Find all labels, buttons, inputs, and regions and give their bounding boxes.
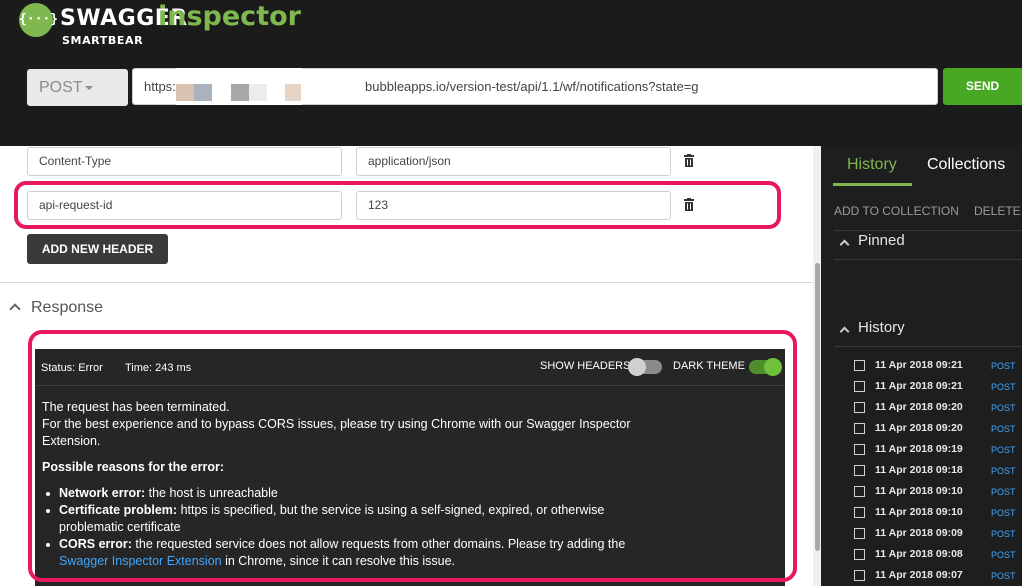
- history-item-method: POST: [991, 466, 1016, 476]
- scrollbar-thumb[interactable]: [815, 263, 820, 551]
- annotation-highlight: [28, 330, 797, 582]
- delete-button[interactable]: DELETE: [974, 204, 1021, 218]
- brand-company: SMARTBEAR: [62, 34, 144, 47]
- redaction-block: [231, 84, 249, 101]
- redaction-block: [249, 84, 267, 101]
- history-item-date: 11 Apr 2018 09:07: [875, 569, 963, 581]
- divider: [0, 282, 813, 283]
- history-item-method: POST: [991, 424, 1016, 434]
- history-item-method: POST: [991, 403, 1016, 413]
- history-item-checkbox[interactable]: [854, 528, 865, 539]
- history-item[interactable]: 11 Apr 2018 09:19 POST: [834, 440, 1022, 461]
- history-item-checkbox[interactable]: [854, 381, 865, 392]
- divider: [834, 230, 1022, 231]
- history-item-date: 11 Apr 2018 09:20: [875, 422, 963, 434]
- history-item-date: 11 Apr 2018 09:18: [875, 464, 963, 476]
- history-item-date: 11 Apr 2018 09:10: [875, 506, 963, 518]
- history-item[interactable]: 11 Apr 2018 09:07 POST: [834, 566, 1022, 586]
- history-item-method: POST: [991, 487, 1016, 497]
- history-item-method: POST: [991, 445, 1016, 455]
- tab-collections[interactable]: Collections: [927, 156, 1005, 174]
- history-item-method: POST: [991, 508, 1016, 518]
- history-item-date: 11 Apr 2018 09:21: [875, 359, 963, 371]
- history-item-method: POST: [991, 361, 1016, 371]
- redaction-block: [176, 84, 194, 101]
- history-item[interactable]: 11 Apr 2018 09:21 POST: [834, 377, 1022, 398]
- history-item-checkbox[interactable]: [854, 444, 865, 455]
- redaction-block: [285, 84, 301, 101]
- swagger-logo-icon: {···}: [19, 3, 59, 37]
- add-new-header-button[interactable]: ADD NEW HEADER: [27, 234, 168, 264]
- pinned-section-title[interactable]: Pinned: [858, 232, 905, 249]
- history-item-checkbox[interactable]: [854, 549, 865, 560]
- history-item-checkbox[interactable]: [854, 570, 865, 581]
- redaction-block: [194, 84, 212, 101]
- history-item[interactable]: 11 Apr 2018 09:10 POST: [834, 482, 1022, 503]
- history-item-checkbox[interactable]: [854, 465, 865, 476]
- history-item-checkbox[interactable]: [854, 486, 865, 497]
- history-item[interactable]: 11 Apr 2018 09:20 POST: [834, 398, 1022, 419]
- tab-history[interactable]: History: [847, 156, 897, 174]
- header-key-input[interactable]: Content-Type: [27, 147, 342, 176]
- history-item[interactable]: 11 Apr 2018 09:18 POST: [834, 461, 1022, 482]
- history-item[interactable]: 11 Apr 2018 09:09 POST: [834, 524, 1022, 545]
- history-item-method: POST: [991, 382, 1016, 392]
- trash-icon[interactable]: [683, 154, 695, 168]
- history-item[interactable]: 11 Apr 2018 09:08 POST: [834, 545, 1022, 566]
- active-tab-indicator: [833, 183, 912, 186]
- history-item-checkbox[interactable]: [854, 507, 865, 518]
- history-item-date: 11 Apr 2018 09:08: [875, 548, 963, 560]
- history-item-date: 11 Apr 2018 09:20: [875, 401, 963, 413]
- header-value-input[interactable]: application/json: [356, 147, 671, 176]
- caret-down-icon: [85, 86, 93, 90]
- response-section-title[interactable]: Response: [31, 299, 103, 317]
- method-label: POST: [39, 79, 83, 96]
- history-item-method: POST: [991, 571, 1016, 581]
- method-dropdown[interactable]: POST: [27, 69, 128, 106]
- brand-product: inspector: [158, 1, 301, 32]
- history-section-title[interactable]: History: [858, 319, 905, 336]
- logo-glyph: {···}: [19, 12, 59, 27]
- chevron-up-icon[interactable]: [9, 303, 21, 315]
- history-item[interactable]: 11 Apr 2018 09:10 POST: [834, 503, 1022, 524]
- history-item-date: 11 Apr 2018 09:10: [875, 485, 963, 497]
- history-item-date: 11 Apr 2018 09:19: [875, 443, 963, 455]
- send-button[interactable]: SEND: [943, 68, 1022, 105]
- divider: [834, 346, 1022, 347]
- history-item-checkbox[interactable]: [854, 423, 865, 434]
- history-item-method: POST: [991, 550, 1016, 560]
- history-item[interactable]: 11 Apr 2018 09:21 POST: [834, 356, 1022, 377]
- history-item-method: POST: [991, 529, 1016, 539]
- history-item-date: 11 Apr 2018 09:09: [875, 527, 963, 539]
- history-item-checkbox[interactable]: [854, 360, 865, 371]
- history-item-checkbox[interactable]: [854, 402, 865, 413]
- annotation-highlight: [14, 181, 781, 229]
- add-to-collection-button[interactable]: ADD TO COLLECTION: [834, 204, 959, 218]
- divider: [834, 259, 1022, 260]
- history-item-date: 11 Apr 2018 09:21: [875, 380, 963, 392]
- history-item[interactable]: 11 Apr 2018 09:20 POST: [834, 419, 1022, 440]
